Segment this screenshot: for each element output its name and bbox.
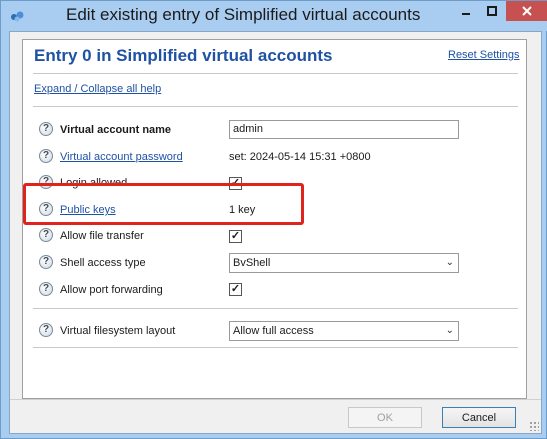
title-bar[interactable]: Edit existing entry of Simplified virtua… xyxy=(1,1,547,31)
login-allowed-checkbox[interactable]: ✓ xyxy=(229,177,242,190)
port-forwarding-checkbox[interactable]: ✓ xyxy=(229,283,242,296)
bottom-separator xyxy=(33,347,518,348)
port-forwarding-label: Allow port forwarding xyxy=(60,284,163,296)
help-icon[interactable]: ? xyxy=(39,228,53,242)
settings-panel: Entry 0 in Simplified virtual accounts R… xyxy=(22,39,527,399)
vfs-layout-label: Virtual filesystem layout xyxy=(60,325,176,337)
shell-access-select[interactable]: BvShell ⌄ xyxy=(229,253,459,273)
ok-button[interactable]: OK xyxy=(348,407,422,428)
help-icon[interactable]: ? xyxy=(39,282,53,296)
chevron-down-icon: ⌄ xyxy=(445,325,454,336)
resize-grip[interactable] xyxy=(529,421,539,431)
shell-access-label: Shell access type xyxy=(60,257,146,269)
dialog-client-area: Entry 0 in Simplified virtual accounts R… xyxy=(9,31,542,434)
minimize-icon[interactable] xyxy=(453,1,479,21)
entry-title: Entry 0 in Simplified virtual accounts xyxy=(34,46,333,65)
file-transfer-label: Allow file transfer xyxy=(60,230,144,242)
window-title: Edit existing entry of Simplified virtua… xyxy=(66,5,421,24)
cancel-button[interactable]: Cancel xyxy=(442,407,516,428)
help-separator xyxy=(33,106,518,107)
maximize-icon[interactable] xyxy=(479,1,505,21)
title-separator xyxy=(33,73,518,74)
app-icon xyxy=(11,11,24,22)
shell-access-value: BvShell xyxy=(233,257,271,269)
file-transfer-checkbox[interactable]: ✓ xyxy=(229,230,242,243)
public-keys-value: 1 key xyxy=(229,204,256,216)
close-icon[interactable] xyxy=(506,1,547,21)
vfs-layout-value: Allow full access xyxy=(233,325,314,337)
help-icon[interactable]: ? xyxy=(39,122,53,136)
account-password-link[interactable]: Virtual account password xyxy=(60,151,183,163)
public-keys-link[interactable]: Public keys xyxy=(60,204,116,216)
chevron-down-icon: ⌄ xyxy=(445,257,454,268)
help-icon[interactable]: ? xyxy=(39,202,53,216)
section-separator xyxy=(33,308,518,309)
vfs-layout-select[interactable]: Allow full access ⌄ xyxy=(229,321,459,341)
help-icon[interactable]: ? xyxy=(39,255,53,269)
reset-settings-link[interactable]: Reset Settings xyxy=(448,49,520,61)
login-allowed-label: Login allowed xyxy=(60,177,128,189)
account-name-input[interactable]: admin xyxy=(229,120,459,139)
dialog-window: Edit existing entry of Simplified virtua… xyxy=(0,0,547,439)
help-icon[interactable]: ? xyxy=(39,323,53,337)
account-name-label: Virtual account name xyxy=(60,124,172,136)
button-bar-separator xyxy=(10,399,541,400)
help-icon[interactable]: ? xyxy=(39,175,53,189)
password-set-value: set: 2024-05-14 15:31 +0800 xyxy=(229,151,371,163)
expand-collapse-help-link[interactable]: Expand / Collapse all help xyxy=(34,83,161,95)
help-icon[interactable]: ? xyxy=(39,149,53,163)
